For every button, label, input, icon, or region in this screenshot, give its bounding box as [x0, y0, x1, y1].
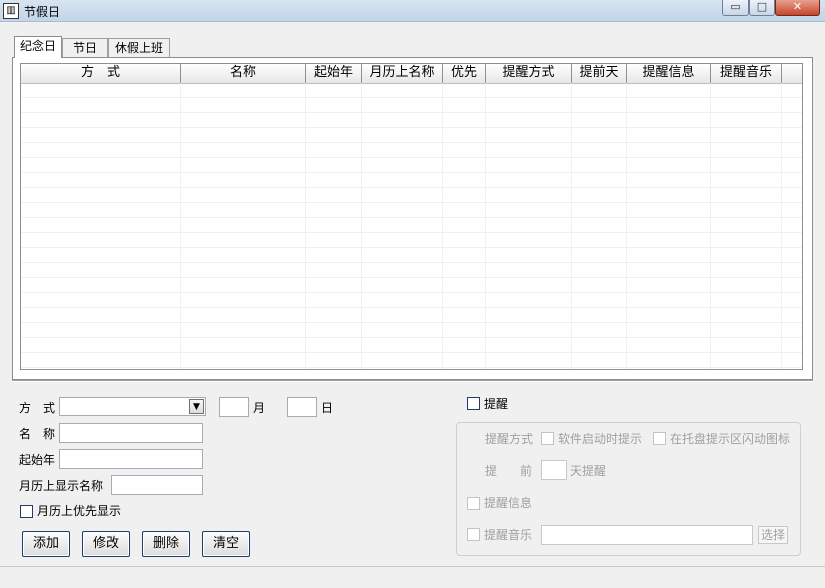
- grid-column-line: [710, 83, 711, 369]
- grid-column-line: [305, 83, 306, 369]
- table-row[interactable]: [21, 83, 802, 98]
- calendar-name-input[interactable]: [111, 475, 203, 495]
- grid-column-line: [442, 83, 443, 369]
- column-header-remind-mode[interactable]: 提醒方式: [486, 64, 572, 83]
- advance-label-2: 前: [520, 464, 533, 478]
- table-row[interactable]: [21, 308, 802, 323]
- column-header-calendar-name[interactable]: 月历上名称: [362, 64, 443, 83]
- name-input[interactable]: [59, 423, 203, 443]
- table-row[interactable]: [21, 218, 802, 233]
- day-input[interactable]: [287, 397, 317, 417]
- grid-column-line: [571, 83, 572, 369]
- remind-info-checkbox[interactable]: [467, 497, 480, 510]
- day-label: 日: [321, 401, 334, 415]
- startup-prompt-checkbox[interactable]: [541, 432, 554, 445]
- column-header-name[interactable]: 名称: [181, 64, 306, 83]
- table-row[interactable]: [21, 293, 802, 308]
- column-header-advance-days[interactable]: 提前天: [572, 64, 627, 83]
- table-row[interactable]: [21, 353, 802, 368]
- remind-music-label: 提醒音乐: [484, 528, 533, 542]
- grid-column-line: [361, 83, 362, 369]
- column-header-mode[interactable]: 方 式: [21, 64, 181, 83]
- advance-label-1: 提: [485, 464, 498, 478]
- tab-anniversary[interactable]: 纪念日: [14, 36, 62, 58]
- table-row[interactable]: [21, 113, 802, 128]
- reminder-label: 提醒: [484, 397, 509, 411]
- grid-column-line: [626, 83, 627, 369]
- tab-festival[interactable]: 节日: [62, 38, 108, 58]
- priority-label: 月历上优先显示: [37, 504, 122, 518]
- priority-checkbox[interactable]: [20, 505, 33, 518]
- remind-music-checkbox[interactable]: [467, 528, 480, 541]
- grid-header: 方 式 名称 起始年 月历上名称 优先 提醒方式 提前天 提醒信息 提醒音乐: [21, 64, 802, 84]
- table-row[interactable]: [21, 128, 802, 143]
- mode-select[interactable]: ▼: [59, 397, 206, 416]
- remind-info-label: 提醒信息: [484, 496, 533, 510]
- table-row[interactable]: [21, 188, 802, 203]
- table-row[interactable]: [21, 323, 802, 338]
- advance-days-input[interactable]: [541, 460, 567, 480]
- table-row[interactable]: [21, 98, 802, 113]
- grid-column-line: [180, 83, 181, 369]
- minimize-button[interactable]: ▭: [722, 0, 749, 16]
- table-row[interactable]: [21, 173, 802, 188]
- tab-holiday-workday[interactable]: 休假上班: [108, 38, 170, 58]
- table-row[interactable]: [21, 278, 802, 293]
- month-input[interactable]: [219, 397, 249, 417]
- advance-suffix-label: 天提醒: [570, 464, 607, 478]
- maximize-button[interactable]: □: [749, 0, 775, 16]
- edit-button[interactable]: 修改: [82, 531, 130, 557]
- remind-music-input[interactable]: [541, 525, 753, 545]
- table-row[interactable]: [21, 263, 802, 278]
- table-row[interactable]: [21, 338, 802, 353]
- status-bar: [0, 566, 825, 588]
- delete-button[interactable]: 删除: [142, 531, 190, 557]
- anniversary-grid[interactable]: 方 式 名称 起始年 月历上名称 优先 提醒方式 提前天 提醒信息 提醒音乐: [20, 63, 803, 370]
- title-bar[interactable]: ▥ 节假日 ▭ □ ✕: [0, 0, 825, 22]
- table-row[interactable]: [21, 248, 802, 263]
- column-header-remind-music[interactable]: 提醒音乐: [711, 64, 782, 83]
- remind-mode-label: 提醒方式: [485, 432, 534, 446]
- chevron-down-icon[interactable]: ▼: [189, 399, 204, 414]
- add-button[interactable]: 添加: [22, 531, 70, 557]
- panel-separator: [12, 380, 813, 382]
- choose-music-button[interactable]: 选择: [758, 526, 788, 544]
- grid-column-line: [781, 83, 782, 369]
- window-title: 节假日: [24, 5, 61, 19]
- close-button[interactable]: ✕: [775, 0, 820, 16]
- grid-column-line: [485, 83, 486, 369]
- month-label: 月: [253, 401, 266, 415]
- startup-prompt-label: 软件启动时提示: [558, 432, 643, 446]
- tray-flash-label: 在托盘提示区闪动图标: [670, 432, 791, 446]
- start-year-label: 起始年: [19, 453, 56, 467]
- mode-label: 方 式: [19, 401, 56, 415]
- calendar-name-label: 月历上显示名称: [19, 479, 104, 493]
- column-header-start-year[interactable]: 起始年: [306, 64, 362, 83]
- table-row[interactable]: [21, 233, 802, 248]
- column-header-priority[interactable]: 优先: [443, 64, 486, 83]
- table-row[interactable]: [21, 203, 802, 218]
- start-year-input[interactable]: [59, 449, 203, 469]
- name-label: 名 称: [19, 427, 56, 441]
- reminder-checkbox[interactable]: [467, 397, 480, 410]
- column-header-remind-info[interactable]: 提醒信息: [627, 64, 711, 83]
- table-row[interactable]: [21, 158, 802, 173]
- clear-button[interactable]: 清空: [202, 531, 250, 557]
- calendar-book-icon: ▥: [3, 3, 19, 19]
- tray-flash-checkbox[interactable]: [653, 432, 666, 445]
- table-row[interactable]: [21, 143, 802, 158]
